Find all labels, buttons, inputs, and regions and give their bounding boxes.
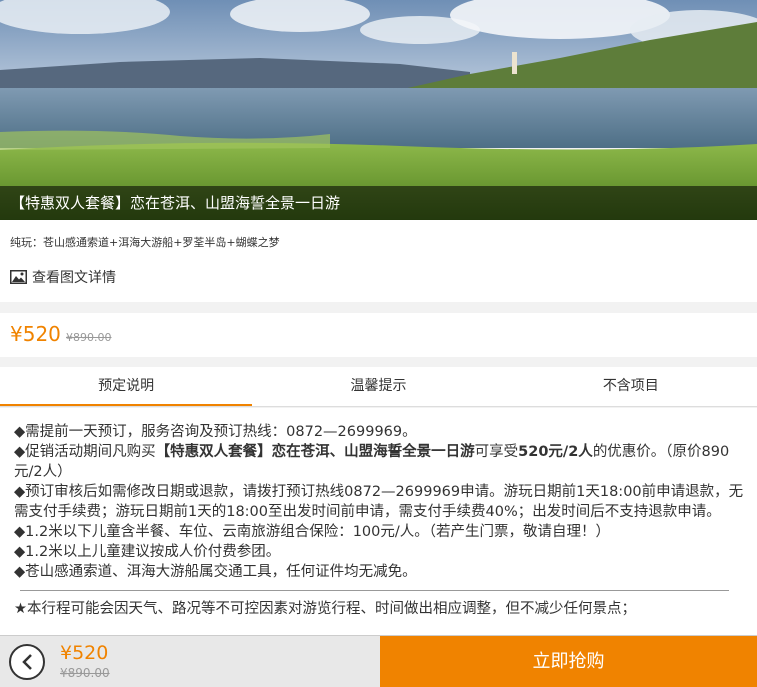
bar-original-price: ¥890.00 [60, 666, 110, 680]
note-line: ◆预订审核后如需修改日期或退款，请拨打预订热线0872—2699969申请。游玩… [14, 484, 744, 520]
buy-now-button[interactable]: 立即抢购 [380, 636, 757, 687]
route-summary: 纯玩：苍山感通索道+洱海大游船+罗荃半岛+蝴蝶之梦 [10, 236, 280, 249]
note-line: ◆1.2米以下儿童含半餐、车位、云南旅游组合保险：100元/人。（若产生门票，敬… [14, 524, 611, 540]
original-price: ¥890.00 [66, 331, 112, 344]
bottom-action-bar: ¥520 ¥890.00 立即抢购 [0, 635, 757, 687]
hero-title: 【特惠双人套餐】恋在苍洱、山盟海誓全景一日游 [0, 186, 757, 220]
back-button[interactable] [9, 644, 45, 680]
tab-tips[interactable]: 温馨提示 [252, 367, 504, 406]
note-line: ◆需提前一天预订，服务咨询及预订热线：0872—2699969。 [14, 424, 417, 440]
note-line: ◆苍山感通索道、洱海大游船属交通工具，任何证件均无减免。 [14, 564, 417, 580]
view-details-label: 查看图文详情 [32, 270, 116, 286]
divider [20, 590, 729, 591]
product-info: 纯玩：苍山感通索道+洱海大游船+罗荃半岛+蝴蝶之梦 查看图文详情 [0, 220, 757, 302]
bar-current-price: ¥520 [60, 642, 109, 664]
hero-banner: 【特惠双人套餐】恋在苍洱、山盟海誓全景一日游 [0, 0, 757, 220]
itinerary-note: ★本行程可能会因天气、路况等不可控因素对游览行程、时间做出相应调整，但不减少任何… [14, 601, 636, 617]
tab-bar: 预定说明 温馨提示 不含项目 [0, 367, 757, 407]
note-line: ◆1.2米以上儿童建议按成人价付费参团。 [14, 544, 281, 560]
booking-notes-content: ◆需提前一天预订，服务咨询及预订热线：0872—2699969。 ◆促销活动期间… [0, 408, 757, 635]
chevron-left-icon [22, 654, 32, 670]
view-details-link[interactable]: 查看图文详情 [10, 267, 116, 287]
image-icon [10, 270, 27, 284]
note-line-promo: ◆促销活动期间凡购买【特惠双人套餐】恋在苍洱、山盟海誓全景一日游可享受520元/… [14, 444, 730, 480]
current-price: ¥520 [10, 322, 61, 346]
tab-booking-notes[interactable]: 预定说明 [0, 367, 253, 406]
tab-exclusions[interactable]: 不含项目 [505, 367, 757, 406]
price-box: ¥520 ¥890.00 [0, 313, 757, 357]
